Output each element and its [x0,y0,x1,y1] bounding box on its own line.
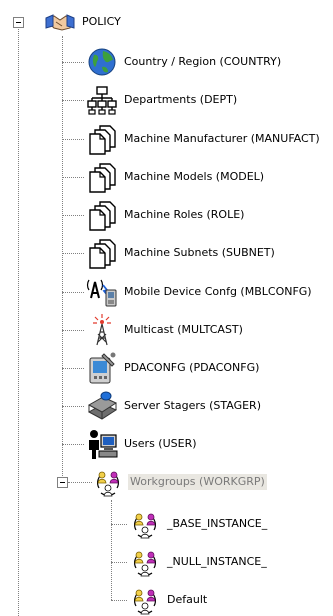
tree-line [62,215,84,216]
document-stack-icon [86,161,118,193]
tree-node-label: Mobile Device Confg (MBLCONFG) [124,285,312,298]
tree-node-server-stagers[interactable]: Server Stagers (STAGER) [86,390,263,422]
tree-line [111,500,112,600]
workgroup-icon [92,466,124,498]
tree-line [62,177,84,178]
tree-node-null-instance[interactable]: _NULL_INSTANCE_ [129,546,269,578]
tree-node-machine-models[interactable]: Machine Models (MODEL) [86,161,266,193]
tree-line [18,22,19,616]
tree-node-multicast[interactable]: Multicast (MULTCAST) [86,314,245,346]
tree-node-label: POLICY [82,15,121,28]
tree-node-label: Workgroups (WORKGRP) [128,474,267,490]
tree-node-label: Users (USER) [124,437,197,450]
tree-node-label: Country / Region (COUNTRY) [124,55,282,68]
tree-line [62,36,63,482]
user-computer-icon [86,428,118,460]
document-stack-icon [86,123,118,155]
tree-line [111,562,127,563]
document-stack-icon [86,237,118,269]
workgroup-icon [129,584,161,616]
tree-node-label: Server Stagers (STAGER) [124,399,261,412]
tree-node-label: PDACONFG (PDACONFG) [124,361,260,374]
tree-node-default[interactable]: Default [129,584,209,616]
tree-node-users[interactable]: Users (USER) [86,428,199,460]
globe-icon [86,46,118,78]
tree-line [68,482,92,483]
tree-node-workgroups[interactable]: Workgroups (WORKGRP) [92,466,267,498]
tree-line [62,253,84,254]
tree-line [62,444,84,445]
policy-tree-view[interactable]: POLICY Country / Region (COUNTRY) Depart… [0,0,333,616]
tree-node-machine-subnets[interactable]: Machine Subnets (SUBNET) [86,237,277,269]
server-stager-icon [86,390,118,422]
tree-node-machine-manufacturer[interactable]: Machine Manufacturer (MANUFACT) [86,123,322,155]
tree-line [62,330,84,331]
tree-node-base-instance[interactable]: _BASE_INSTANCE_ [129,508,269,540]
handshake-icon [44,6,76,38]
org-chart-icon [86,84,118,116]
tree-node-label: Machine Roles (ROLE) [124,208,245,221]
workgroup-icon [129,508,161,540]
tree-line [62,368,84,369]
broadcast-tower-icon [86,314,118,346]
workgroup-icon [129,546,161,578]
tree-node-label: Machine Models (MODEL) [124,170,265,183]
tree-node-country[interactable]: Country / Region (COUNTRY) [86,46,283,78]
tree-node-departments[interactable]: Departments (DEPT) [86,84,239,116]
tree-node-machine-roles[interactable]: Machine Roles (ROLE) [86,199,246,231]
tree-node-label: Departments (DEPT) [124,93,238,106]
tree-line [62,139,84,140]
tree-line [62,292,84,293]
tree-node-label: Machine Subnets (SUBNET) [124,246,275,259]
pda-icon [86,352,118,384]
tree-line [62,62,84,63]
tree-node-label: Machine Manufacturer (MANUFACT) [124,132,320,145]
tree-node-label: _BASE_INSTANCE_ [167,517,268,530]
tree-node-pdaconfg[interactable]: PDACONFG (PDACONFG) [86,352,261,384]
collapse-policy-button[interactable] [13,17,24,28]
tree-line [111,600,127,601]
document-stack-icon [86,199,118,231]
tree-line [62,406,84,407]
tree-node-label: Default [167,593,208,606]
tree-node-mobile-device-config[interactable]: Mobile Device Confg (MBLCONFG) [86,276,314,308]
tree-node-policy[interactable]: POLICY [44,6,123,38]
tree-node-label: _NULL_INSTANCE_ [167,555,267,568]
collapse-workgroups-button[interactable] [57,477,68,488]
tree-line [111,524,127,525]
tree-node-label: Multicast (MULTCAST) [124,323,243,336]
mobile-device-icon [86,276,118,308]
tree-line [62,100,84,101]
